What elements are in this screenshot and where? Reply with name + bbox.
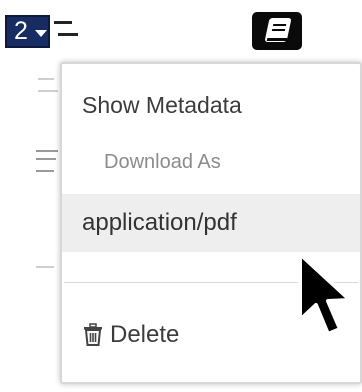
toolbar-fragment [58,33,78,36]
delete-label: Delete [110,321,180,348]
download-as-header: Download As [62,144,360,180]
mouse-pointer-icon [298,252,352,336]
show-metadata-item[interactable]: Show Metadata [62,84,360,126]
caret-down-icon [34,29,47,37]
show-metadata-label: Show Metadata [82,91,242,118]
download-pdf-label: application/pdf [82,209,237,236]
trash-icon [84,323,102,346]
toolbar-fragment [54,21,72,24]
version-number: 2 [14,17,28,45]
download-pdf-item[interactable]: application/pdf [62,194,360,252]
notebook-icon[interactable] [252,12,302,50]
version-dropdown-button[interactable]: 2 [5,15,50,48]
download-as-label: Download As [104,150,221,173]
